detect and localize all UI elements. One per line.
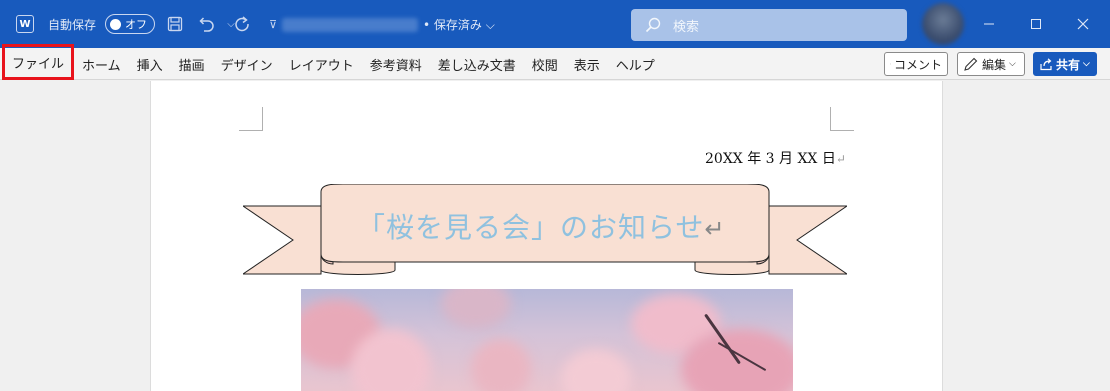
document-canvas: 20XX 年 3 月 XX 日↵ 「桜を見る会」のお知らせ↵ bbox=[0, 81, 1110, 391]
tab-review[interactable]: 校閲 bbox=[524, 48, 566, 80]
paragraph-mark: ↵ bbox=[704, 215, 726, 243]
share-button[interactable]: 共有 ⌵ bbox=[1033, 52, 1097, 76]
document-date[interactable]: 20XX 年 3 月 XX 日↵ bbox=[705, 148, 846, 168]
redo-icon[interactable] bbox=[231, 0, 253, 48]
pencil-icon bbox=[964, 57, 978, 71]
tab-mailings[interactable]: 差し込み文書 bbox=[430, 48, 524, 80]
save-icon[interactable] bbox=[164, 0, 186, 48]
paragraph-mark: ↵ bbox=[835, 152, 846, 166]
search-icon bbox=[645, 17, 661, 33]
tab-home[interactable]: ホーム bbox=[74, 48, 129, 80]
autosave-toggle[interactable]: オフ bbox=[105, 0, 155, 48]
search-placeholder: 検索 bbox=[673, 19, 700, 35]
search-box[interactable]: 検索 bbox=[631, 9, 907, 41]
chevron-down-icon: ⌵ bbox=[1009, 59, 1016, 69]
undo-icon[interactable] bbox=[195, 0, 217, 48]
share-icon bbox=[1040, 58, 1052, 71]
tab-layout[interactable]: レイアウト bbox=[281, 48, 362, 80]
tab-insert[interactable]: 挿入 bbox=[129, 48, 171, 80]
maximize-icon[interactable] bbox=[1013, 0, 1059, 48]
edit-label: 編集 bbox=[982, 57, 1007, 72]
document-page[interactable]: 20XX 年 3 月 XX 日↵ 「桜を見る会」のお知らせ↵ bbox=[150, 81, 943, 391]
word-app-icon: W bbox=[14, 0, 36, 48]
ribbon-tab-bar: ファイル ホーム 挿入 描画 デザイン レイアウト 参考資料 差し込み文書 校閲… bbox=[0, 44, 1110, 80]
comment-label: コメント bbox=[893, 57, 942, 72]
tab-file[interactable]: ファイル bbox=[2, 44, 75, 80]
customize-toolbar-icon[interactable]: ⊽ bbox=[262, 0, 284, 48]
tab-view[interactable]: 表示 bbox=[566, 48, 608, 80]
tab-references[interactable]: 参考資料 bbox=[362, 48, 430, 80]
comment-icon bbox=[890, 63, 891, 65]
margin-corner-marker bbox=[830, 107, 854, 131]
close-icon[interactable] bbox=[1060, 0, 1106, 48]
minimize-icon[interactable] bbox=[966, 0, 1012, 48]
date-text: 20XX 年 3 月 XX 日 bbox=[705, 151, 836, 167]
autosave-state: オフ bbox=[125, 18, 147, 31]
document-name bbox=[282, 18, 418, 32]
cherry-blossom-photo[interactable] bbox=[301, 289, 793, 391]
margin-corner-marker bbox=[239, 107, 263, 131]
tab-design[interactable]: デザイン bbox=[213, 48, 281, 80]
autosave-label: 自動保存 bbox=[48, 17, 97, 32]
title-bar: W 自動保存 オフ ⌵ ⊽ • 保存済み ⌵ 検索 bbox=[0, 0, 1110, 48]
toggle-knob bbox=[110, 18, 121, 30]
user-avatar[interactable] bbox=[922, 3, 964, 45]
share-label: 共有 bbox=[1056, 57, 1081, 72]
comment-button[interactable]: コメント bbox=[884, 52, 948, 76]
notice-title[interactable]: 「桜を見る会」のお知らせ↵ bbox=[357, 206, 726, 246]
tab-help[interactable]: ヘルプ bbox=[608, 48, 663, 80]
editing-mode-button[interactable]: 編集 ⌵ bbox=[957, 52, 1025, 76]
word-logo: W bbox=[16, 15, 34, 33]
title-text: 「桜を見る会」のお知らせ bbox=[357, 211, 705, 244]
chevron-down-icon: ⌵ bbox=[1083, 59, 1090, 69]
save-status[interactable]: • 保存済み ⌵ bbox=[423, 0, 495, 48]
tab-draw[interactable]: 描画 bbox=[171, 48, 213, 80]
